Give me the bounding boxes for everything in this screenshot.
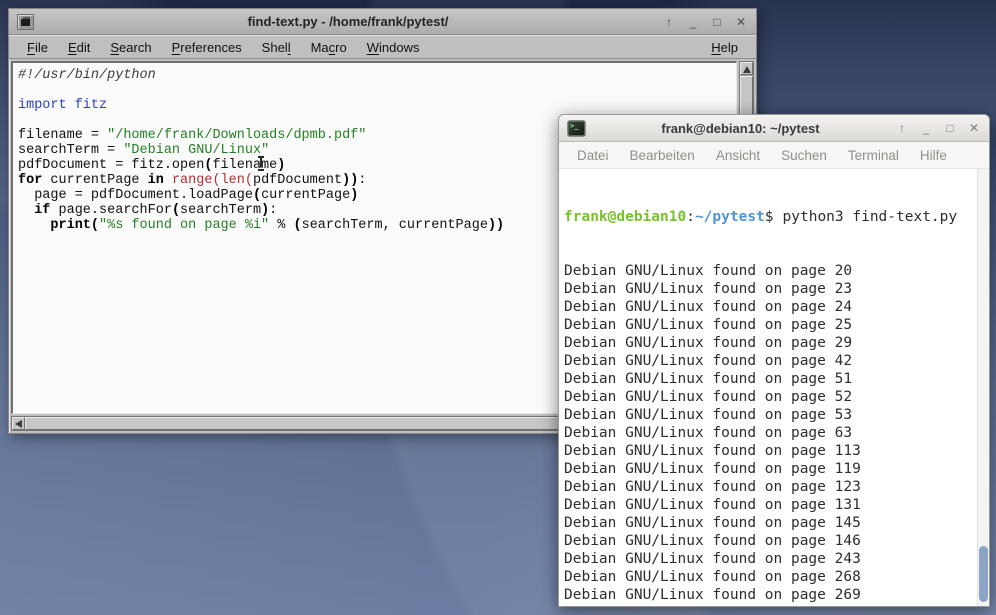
close-button[interactable]: ✕ <box>967 121 981 135</box>
terminal-titlebar[interactable]: frank@debian10: ~/pytest ↑ _ □ ✕ <box>559 115 989 142</box>
terminal-output-line: Debian GNU/Linux found on page 113 <box>564 442 975 460</box>
scroll-up-arrow-icon[interactable] <box>740 62 753 75</box>
prompt-symbol: $ <box>765 209 774 225</box>
shade-button[interactable]: ↑ <box>895 121 909 135</box>
editor-titlebar[interactable]: find-text.py - /home/frank/pytest/ ↑ _ □… <box>9 9 756 35</box>
menu-suchen[interactable]: Suchen <box>775 146 833 165</box>
nedit-app-icon <box>17 14 34 30</box>
terminal-output-line: Debian GNU/Linux found on page 42 <box>564 352 975 370</box>
menu-search[interactable]: Search <box>102 38 159 57</box>
terminal-scrollbar-thumb[interactable] <box>979 546 988 602</box>
terminal-output-line: Debian GNU/Linux found on page 20 <box>564 262 975 280</box>
terminal-output-line: Debian GNU/Linux found on page 119 <box>564 460 975 478</box>
terminal-output-line: Debian GNU/Linux found on page 25 <box>564 316 975 334</box>
menu-hilfe[interactable]: Hilfe <box>914 146 953 165</box>
editor-menubar: File Edit Search Preferences Shell Macro… <box>9 35 756 59</box>
minimize-button[interactable]: _ <box>919 121 933 135</box>
code-line: #!/usr/bin/python <box>18 68 736 83</box>
menu-file[interactable]: File <box>19 38 56 57</box>
terminal-output-line: Debian GNU/Linux found on page 123 <box>564 478 975 496</box>
terminal-output-line: Debian GNU/Linux found on page 243 <box>564 550 975 568</box>
menu-bearbeiten[interactable]: Bearbeiten <box>624 146 701 165</box>
terminal-screen[interactable]: frank@debian10:~/pytest$ python3 find-tex… <box>559 169 989 606</box>
code-line: import fitz <box>18 98 736 113</box>
prompt-user-host: frank@debian10 <box>564 209 686 225</box>
terminal-output-line: Debian GNU/Linux found on page 268 <box>564 568 975 586</box>
menu-macro[interactable]: Macro <box>303 38 355 57</box>
menu-datei[interactable]: Datei <box>571 146 615 165</box>
editor-window-title: find-text.py - /home/frank/pytest/ <box>34 14 662 29</box>
menu-windows[interactable]: Windows <box>359 38 428 57</box>
scroll-left-arrow-icon[interactable] <box>12 417 25 430</box>
maximize-button[interactable]: □ <box>943 121 957 135</box>
code-line <box>18 83 736 98</box>
terminal-output-line: Debian GNU/Linux found on page 29 <box>564 334 975 352</box>
terminal-window-title: frank@debian10: ~/pytest <box>586 121 895 136</box>
terminal-scrollbar[interactable] <box>977 169 989 606</box>
menu-shell[interactable]: Shell <box>254 38 299 57</box>
menu-ansicht[interactable]: Ansicht <box>710 146 766 165</box>
minimize-button[interactable]: _ <box>686 15 700 29</box>
terminal-output-line: Debian GNU/Linux found on page 24 <box>564 298 975 316</box>
menu-preferences[interactable]: Preferences <box>164 38 250 57</box>
terminal-output-line: Debian GNU/Linux found on page 63 <box>564 424 975 442</box>
menu-terminal[interactable]: Terminal <box>842 146 905 165</box>
terminal-output: Debian GNU/Linux found on page 20Debian … <box>564 262 975 606</box>
terminal-output-line: Debian GNU/Linux found on page 53 <box>564 406 975 424</box>
shade-button[interactable]: ↑ <box>662 15 676 29</box>
terminal-output-line: Debian GNU/Linux found on page 51 <box>564 370 975 388</box>
terminal-output-line: Debian GNU/Linux found on page 23 <box>564 280 975 298</box>
close-button[interactable]: ✕ <box>734 15 748 29</box>
terminal-menubar: Datei Bearbeiten Ansicht Suchen Terminal… <box>559 142 989 169</box>
terminal-app-icon <box>567 120 586 137</box>
terminal-output-line: Debian GNU/Linux found on page 145 <box>564 514 975 532</box>
maximize-button[interactable]: □ <box>710 15 724 29</box>
typed-command: python3 find-text.py <box>783 209 958 225</box>
terminal-window: frank@debian10: ~/pytest ↑ _ □ ✕ Datei B… <box>558 114 990 607</box>
terminal-output-line: Debian GNU/Linux found on page 269 <box>564 586 975 604</box>
terminal-output-line: Debian GNU/Linux found on page 131 <box>564 496 975 514</box>
terminal-output-line: Debian GNU/Linux found on page 327 <box>564 604 975 606</box>
prompt-colon: : <box>686 209 695 225</box>
terminal-output-line: Debian GNU/Linux found on page 146 <box>564 532 975 550</box>
terminal-output-line: Debian GNU/Linux found on page 52 <box>564 388 975 406</box>
prompt-path: ~/pytest <box>695 209 765 225</box>
menu-edit[interactable]: Edit <box>60 38 98 57</box>
terminal-command-line: frank@debian10:~/pytest$ python3 find-tex… <box>564 208 975 226</box>
menu-help[interactable]: Help <box>703 38 746 57</box>
